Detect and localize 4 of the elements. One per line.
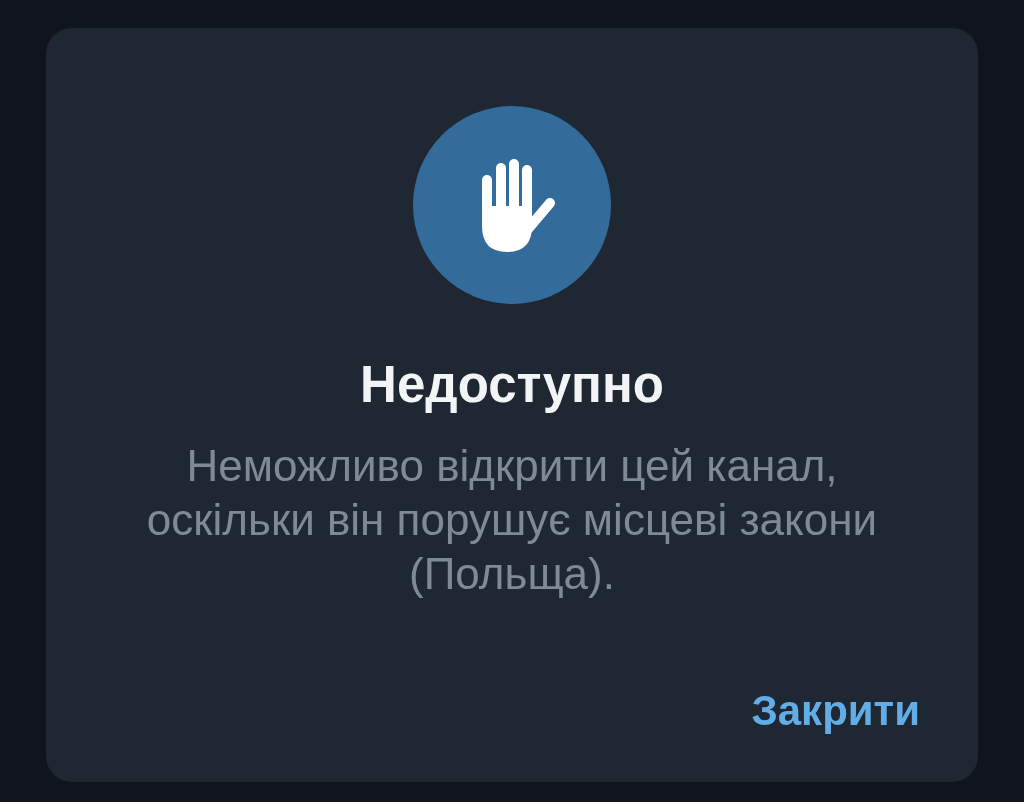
close-button[interactable]: Закрити — [739, 680, 932, 742]
hand-icon — [413, 106, 611, 304]
dialog-title: Недоступно — [360, 355, 664, 415]
dialog-message: Неможливо відкрити цей канал, оскільки він порушує місцеві закони (Польща). — [145, 440, 879, 600]
